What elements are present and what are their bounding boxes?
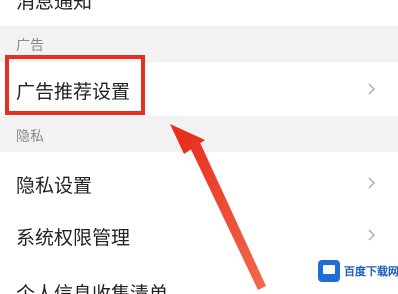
site-watermark: 百度下载网 <box>316 256 398 288</box>
monitor-logo-icon <box>318 260 340 282</box>
watermark-text: 百度下载网 <box>344 265 398 278</box>
annotation-arrow <box>170 124 266 290</box>
arrow-shaft <box>187 136 266 290</box>
